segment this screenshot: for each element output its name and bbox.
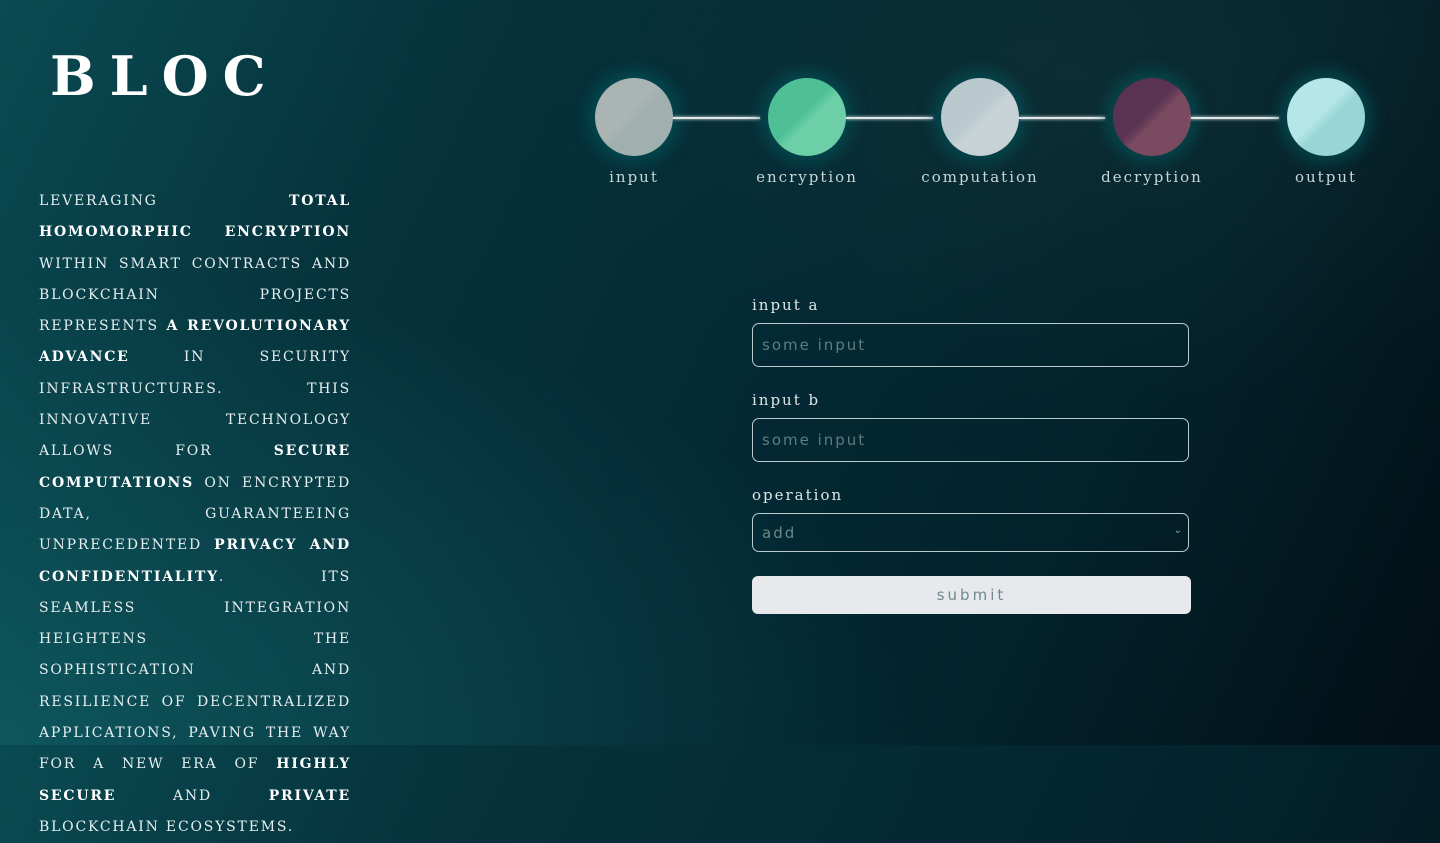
- input-b-field[interactable]: [752, 418, 1189, 462]
- description-highlight: private: [268, 787, 351, 804]
- step-circle: [1287, 78, 1365, 156]
- submit-button[interactable]: submit: [752, 576, 1191, 614]
- step-label: output: [1294, 168, 1358, 186]
- chevron-down-icon: ⌄: [1173, 525, 1184, 536]
- pipeline-step-computation: computation: [921, 78, 1037, 186]
- pipeline-step-encryption: encryption: [756, 78, 856, 186]
- computation-form: input a input b operation add ⌄ submit: [752, 296, 1191, 614]
- description-text: Leveraging total homomorphic encryption …: [39, 186, 351, 843]
- input-a-label: input a: [752, 296, 820, 314]
- pipeline-step-input: input: [594, 78, 674, 186]
- pipeline-step-output: output: [1286, 78, 1366, 186]
- operation-label: operation: [752, 486, 844, 504]
- step-label: input: [609, 168, 659, 186]
- logo: BLOC: [50, 44, 280, 108]
- pipeline-step-decryption: decryption: [1101, 78, 1201, 186]
- input-a-field[interactable]: [752, 323, 1189, 367]
- operation-select[interactable]: add ⌄: [752, 513, 1189, 552]
- description-segment: . Its seamless integration heightens the…: [39, 568, 351, 773]
- description-segment: Leveraging: [39, 193, 290, 209]
- operation-selected-value: add: [762, 523, 797, 542]
- step-circle: [1113, 78, 1191, 156]
- step-circle: [595, 78, 673, 156]
- pipeline-connector: [1191, 117, 1279, 119]
- input-b-label: input b: [752, 391, 821, 409]
- pipeline-connector: [673, 117, 760, 119]
- pipeline-steps: input encryption computation decryption outp…: [594, 78, 1365, 188]
- step-label: decryption: [1101, 168, 1203, 186]
- description-segment: blockchain ecosystems.: [39, 818, 294, 835]
- step-label: computation: [921, 168, 1039, 186]
- step-label: encryption: [756, 168, 858, 186]
- pipeline-connector: [1019, 117, 1105, 119]
- step-circle: [941, 78, 1019, 156]
- step-circle: [768, 78, 846, 156]
- pipeline-connector: [846, 117, 933, 119]
- description-segment: and: [116, 787, 269, 804]
